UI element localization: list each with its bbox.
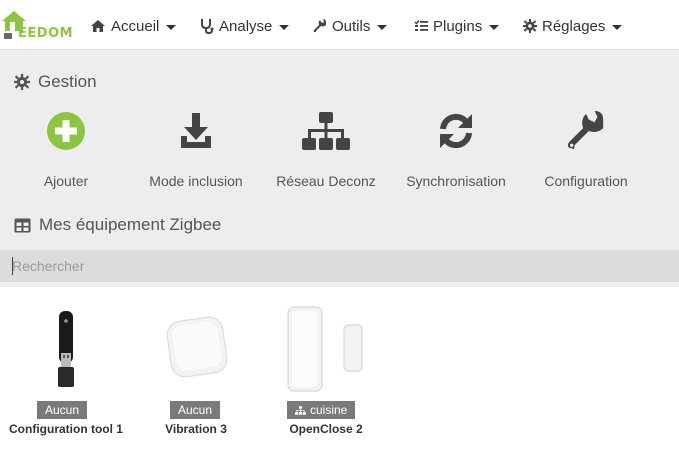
action-mode-inclusion[interactable]: Mode inclusion: [141, 108, 251, 194]
top-navbar: EEDOM Accueil Analyse Outils Plugins Rég…: [0, 0, 679, 50]
home-icon: [91, 20, 105, 32]
vibration-sensor-image: [166, 316, 228, 378]
caret-down-icon: [612, 24, 623, 30]
object-badge: cuisine: [287, 401, 356, 419]
caret-down-icon: [489, 24, 500, 30]
nav-accueil[interactable]: Accueil: [90, 16, 177, 36]
text-cursor: [12, 257, 13, 275]
nav-reglages[interactable]: Réglages: [523, 16, 623, 36]
equipment-name: OpenClose 2: [289, 422, 363, 436]
caret-down-icon: [279, 24, 290, 30]
action-label: Configuration: [544, 173, 628, 189]
wrench-icon: [567, 111, 604, 150]
action-ajouter[interactable]: Ajouter: [26, 108, 106, 194]
equipment-card[interactable]: Aucun Vibration 3: [150, 287, 242, 447]
sync-icon: [440, 113, 472, 149]
object-badge-label: cuisine: [310, 403, 348, 417]
action-synchronisation[interactable]: Synchronisation: [402, 108, 510, 194]
section-title-text: Mes équipement Zigbee: [39, 215, 222, 234]
equipment-card[interactable]: cuisine OpenClose 2: [270, 287, 382, 447]
object-badge: Aucun: [170, 401, 221, 419]
object-badge: Aucun: [37, 401, 88, 419]
nav-plugins[interactable]: Plugins: [414, 16, 500, 36]
equipment-name: Vibration 3: [165, 422, 227, 436]
plus-circle-icon: [47, 112, 85, 150]
nav-label: Analyse: [219, 17, 273, 35]
cog-icon: [523, 19, 537, 33]
nav-outils[interactable]: Outils: [313, 16, 388, 36]
equipment-name: Configuration tool 1: [9, 422, 123, 436]
equipment-card[interactable]: Aucun Configuration tool 1: [8, 287, 124, 447]
logo-text: EEDOM: [18, 26, 74, 41]
nav-label: Plugins: [433, 17, 483, 35]
jeedom-logo[interactable]: EEDOM: [0, 7, 74, 43]
sitemap-icon: [302, 112, 350, 150]
equipment-list: Aucun Configuration tool 1 Aucun Vibrati…: [0, 287, 679, 458]
nav-label: Accueil: [111, 17, 160, 35]
download-icon: [181, 113, 211, 148]
action-reseau-deconz[interactable]: Réseau Deconz: [272, 108, 380, 194]
table-icon: [14, 218, 31, 232]
action-configuration[interactable]: Configuration: [536, 108, 636, 194]
section-title-text: Gestion: [38, 72, 97, 91]
gestion-title: Gestion: [14, 72, 97, 92]
action-label: Ajouter: [43, 173, 89, 189]
equipments-title: Mes équipement Zigbee: [14, 215, 221, 235]
sitemap-icon: [295, 405, 306, 415]
action-label: Synchronisation: [406, 173, 506, 189]
nav-label: Réglages: [542, 17, 606, 35]
search-input[interactable]: [0, 250, 679, 282]
caret-down-icon: [166, 24, 177, 30]
action-label: Réseau Deconz: [276, 173, 376, 189]
caret-down-icon: [377, 24, 388, 30]
nav-analyse[interactable]: Analyse: [200, 16, 290, 36]
action-label: Mode inclusion: [149, 173, 243, 189]
stethoscope-icon: [201, 19, 214, 34]
tasks-icon: [414, 20, 428, 31]
usb-dongle-image: [58, 311, 74, 387]
cog-icon: [14, 74, 30, 90]
door-sensor-image: [287, 306, 363, 392]
wrench-icon: [313, 19, 326, 33]
nav-label: Outils: [332, 17, 371, 35]
